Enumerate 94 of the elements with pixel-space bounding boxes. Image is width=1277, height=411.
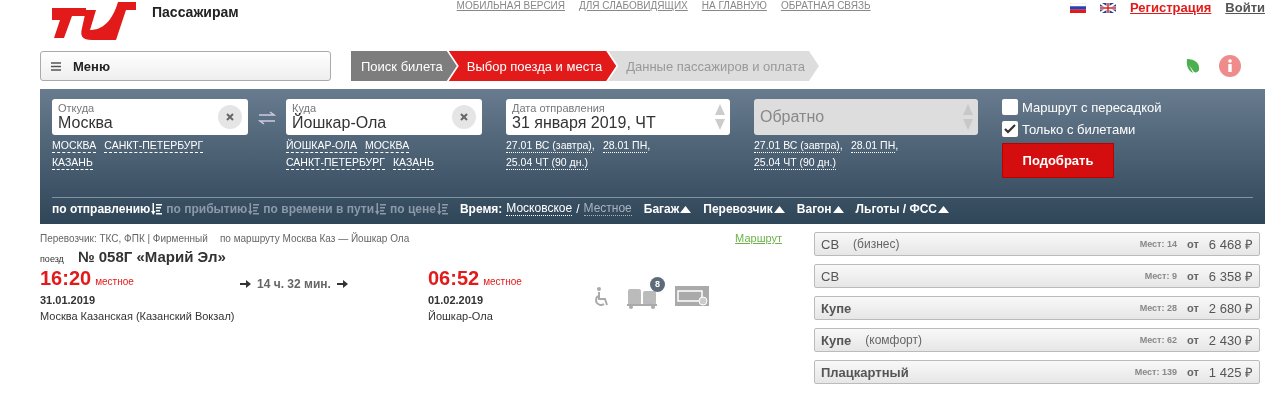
caret-up-icon bbox=[773, 205, 785, 213]
car-class-option[interactable]: СВ (бизнес) Мест: 14 от 6 468 ₽ bbox=[814, 232, 1260, 256]
train-number: № 058Г «Марий Эл» bbox=[77, 248, 226, 265]
filter-dropdown[interactable]: Багаж bbox=[643, 202, 692, 216]
step-tab[interactable]: Выбор поезда и места bbox=[448, 51, 617, 81]
checkbox[interactable] bbox=[1002, 121, 1018, 137]
register-link[interactable]: Регистрация bbox=[1130, 0, 1212, 15]
leaf-icon[interactable] bbox=[1185, 57, 1201, 75]
field-value: 31 января 2019, ЧТ bbox=[512, 114, 656, 132]
time-option[interactable]: Московское bbox=[506, 202, 573, 216]
sort-option[interactable]: по прибытию bbox=[166, 202, 260, 216]
city-link[interactable]: КАЗАНЬ bbox=[392, 156, 434, 170]
comma: , bbox=[647, 139, 651, 153]
clear-button[interactable] bbox=[218, 105, 242, 129]
field-value: Москва bbox=[58, 114, 113, 132]
filter-dropdown[interactable]: Вагон bbox=[796, 202, 844, 216]
city-link[interactable]: САНКТ-ПЕТЕРБУРГ bbox=[104, 139, 204, 153]
russian-flag-icon[interactable] bbox=[1070, 2, 1086, 13]
sort-option[interactable]: по времени в пути bbox=[263, 202, 387, 216]
comma: , bbox=[895, 139, 899, 153]
sort-option[interactable]: по цене bbox=[390, 202, 448, 216]
swap-icon[interactable] bbox=[258, 111, 276, 125]
menu-button[interactable]: Меню bbox=[40, 51, 331, 81]
arrow-right-icon bbox=[336, 279, 348, 289]
car-class-option[interactable]: Купе (комфорт) Мест: 62 от 2 430 ₽ bbox=[814, 328, 1260, 352]
arrival-station: Йошкар-Ола bbox=[428, 310, 494, 322]
clear-button[interactable] bbox=[452, 105, 476, 129]
arrival-date: 01.02.2019 bbox=[428, 294, 485, 306]
field-label: Куда bbox=[292, 102, 317, 114]
sort-icon bbox=[436, 203, 448, 215]
route-info: по маршруту Москва Каз — Йошкар Ола bbox=[219, 232, 410, 244]
checkbox-label: Только с билетами bbox=[1022, 121, 1136, 137]
travel-duration: 14 ч. 32 мин. bbox=[257, 277, 331, 291]
sort-icon bbox=[151, 203, 163, 215]
count-badge: 8 bbox=[650, 276, 665, 292]
menu-icon bbox=[51, 61, 61, 71]
to-field[interactable]: Куда Йошкар-Ола bbox=[286, 99, 482, 135]
caret-up-icon bbox=[937, 205, 949, 213]
field-label: Откуда bbox=[58, 102, 95, 114]
step-tab[interactable]: Поиск билета bbox=[351, 51, 457, 81]
close-icon bbox=[460, 113, 468, 121]
comma: , bbox=[591, 139, 595, 153]
login-link[interactable]: Войти bbox=[1225, 0, 1265, 15]
wheelchair-icon bbox=[593, 286, 609, 307]
departure-time: 16:20 bbox=[40, 267, 92, 290]
checkbox-label: Маршрут с пересадкой bbox=[1022, 99, 1162, 115]
filter-dropdown[interactable]: Льготы / ФСС bbox=[855, 202, 949, 216]
field-value: Йошкар-Ола bbox=[292, 114, 387, 132]
arrow-right-icon bbox=[240, 279, 251, 289]
uk-flag-icon[interactable] bbox=[1100, 2, 1116, 13]
city-link[interactable]: МОСКВА bbox=[52, 139, 97, 153]
field-label: Дата отправления bbox=[512, 102, 605, 114]
brand-name: Пассажирам bbox=[152, 4, 239, 20]
city-link[interactable]: САНКТ-ПЕТЕРБУРГ bbox=[286, 156, 385, 170]
time-zone: местное bbox=[483, 276, 522, 287]
card-icon bbox=[675, 285, 709, 308]
train-prefix: поезд bbox=[40, 254, 64, 264]
filter-dropdown[interactable]: Перевозчик bbox=[703, 202, 785, 216]
time-label: Время: bbox=[459, 202, 503, 216]
car-class-option[interactable]: Плацкартный Мест: 139 от 1 425 ₽ bbox=[814, 360, 1260, 384]
car-class-option[interactable]: СВ Мест: 9 от 6 358 ₽ bbox=[814, 264, 1260, 288]
submit-button[interactable]: Подобрать bbox=[1002, 143, 1114, 178]
caret-up-icon bbox=[680, 205, 692, 213]
top-link[interactable]: ОБРАТНАЯ СВЯЗЬ bbox=[780, 0, 871, 12]
date-link[interactable]: 25.04 ЧТ (90 дн.) bbox=[506, 156, 588, 170]
checkbox[interactable] bbox=[1002, 99, 1018, 115]
time-zone: местное bbox=[95, 276, 134, 287]
date-link[interactable]: 27.01 ВС (завтра) bbox=[754, 139, 840, 153]
from-field[interactable]: Откуда Москва bbox=[52, 99, 248, 135]
date-field[interactable]: Дата отправления 31 января 2019, ЧТ bbox=[506, 99, 730, 135]
car-class-option[interactable]: Купе Мест: 28 от 2 680 ₽ bbox=[814, 296, 1260, 320]
close-icon bbox=[226, 113, 234, 121]
info-icon[interactable] bbox=[1219, 55, 1241, 77]
date-link[interactable]: 27.01 ВС (завтра) bbox=[506, 139, 592, 153]
sort-option[interactable]: по отправлению bbox=[52, 202, 163, 216]
arrival-time: 06:52 bbox=[428, 267, 480, 290]
city-link[interactable]: КАЗАНЬ bbox=[52, 156, 93, 170]
city-link[interactable]: ЙОШКАР-ОЛА bbox=[286, 139, 357, 153]
time-option[interactable]: Местное bbox=[583, 202, 632, 216]
carrier-info: Перевозчик: ТКС, ФПК | Фирменный bbox=[40, 232, 208, 244]
caret-up-icon bbox=[832, 205, 844, 213]
date-link[interactable]: 25.04 ЧТ (90 дн.) bbox=[754, 156, 836, 170]
departure-station: Москва Казанская (Казанский Вокзал) bbox=[40, 310, 236, 322]
top-link[interactable]: ДЛЯ СЛАБОВИДЯЩИХ bbox=[579, 0, 688, 12]
field-placeholder: Обратно bbox=[760, 108, 825, 126]
slash: / bbox=[576, 202, 580, 216]
sort-icon bbox=[248, 203, 260, 215]
sort-icon bbox=[375, 203, 387, 215]
departure-date: 31.01.2019 bbox=[40, 294, 97, 306]
check-icon bbox=[1004, 124, 1016, 134]
city-link[interactable]: МОСКВА bbox=[364, 139, 410, 153]
top-link[interactable]: НА ГЛАВНУЮ bbox=[701, 0, 767, 12]
top-link[interactable]: МОБИЛЬНАЯ ВЕРСИЯ bbox=[456, 0, 565, 12]
comma: , bbox=[839, 139, 843, 153]
